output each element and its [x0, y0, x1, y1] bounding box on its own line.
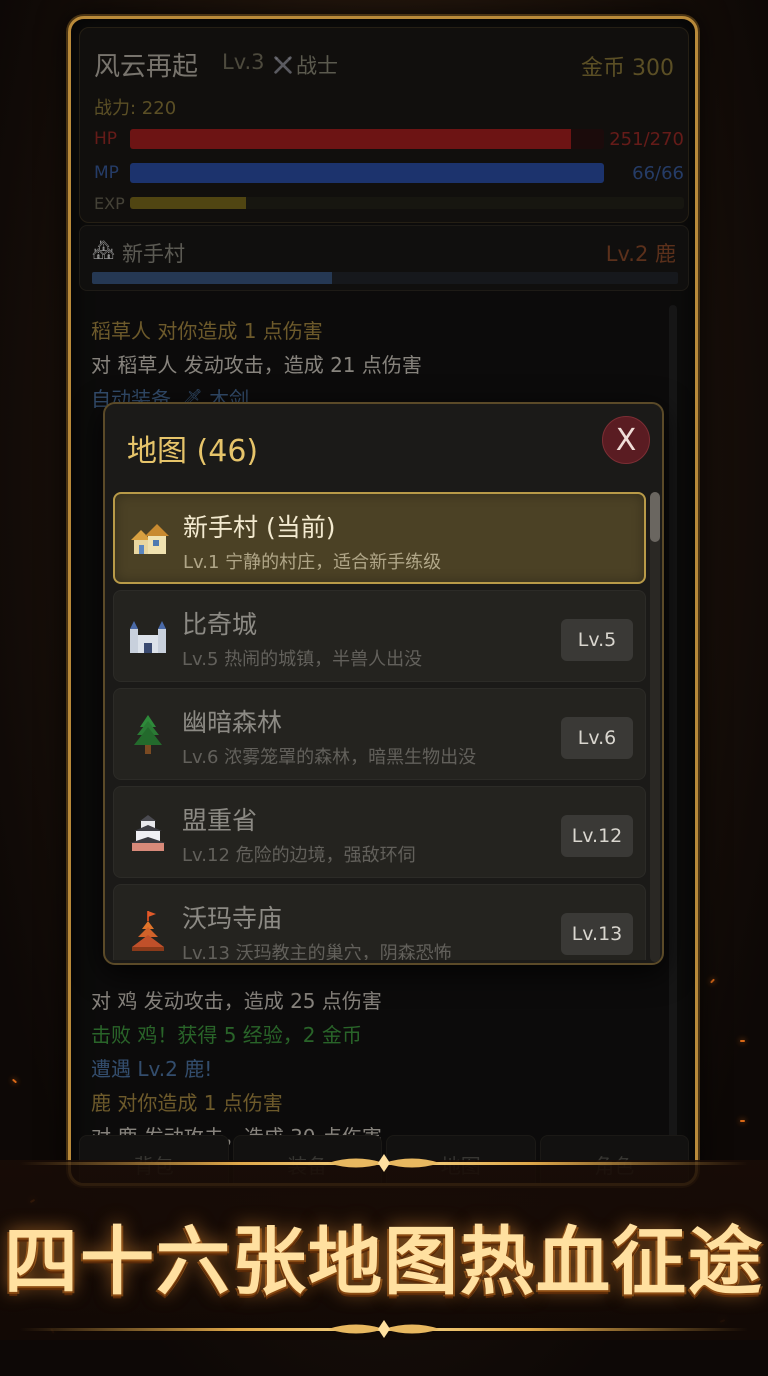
map-item-dark-forest[interactable]: 幽暗森林 Lv.6 浓雾笼罩的森林，暗黑生物出没 Lv.6	[113, 688, 646, 780]
map-selection-modal: 地图 (46) X 新手村 (当前) Lv.1 宁静的村庄，适合新手练级 比奇城…	[103, 402, 664, 965]
banner-slogan: 四十六张地图热血征途	[4, 1219, 764, 1305]
map-item-name: 新手村 (当前)	[183, 513, 336, 542]
map-item-desc: Lv.13 沃玛教主的巢穴，阴森恐怖	[182, 943, 452, 960]
map-item-desc: Lv.1 宁静的村庄，适合新手练级	[183, 552, 442, 573]
map-item-mengzhong[interactable]: 盟重省 Lv.12 危险的边境，强敌环伺 Lv.12	[113, 786, 646, 878]
tree-icon	[134, 715, 162, 754]
promo-banner: 四十六张地图热血征途	[0, 1150, 768, 1376]
map-item-desc: Lv.12 危险的边境，强敌环伺	[182, 845, 416, 866]
level-requirement-badge: Lv.5	[561, 619, 633, 661]
map-item-name: 幽暗森林	[182, 708, 283, 737]
level-requirement-badge: Lv.13	[561, 913, 633, 955]
map-item-name: 比奇城	[182, 610, 258, 639]
map-item-biqi-city[interactable]: 比奇城 Lv.5 热闹的城镇，半兽人出没 Lv.5	[113, 590, 646, 682]
level-requirement-badge: Lv.12	[561, 815, 633, 857]
map-list-scroll-thumb[interactable]	[650, 492, 660, 542]
map-item-desc: Lv.6 浓雾笼罩的森林，暗黑生物出没	[182, 747, 477, 768]
level-requirement-badge: Lv.6	[561, 717, 633, 759]
banner-top-ornament-icon	[328, 1154, 440, 1172]
fortress-icon	[130, 815, 166, 851]
map-list-scrollbar[interactable]	[650, 492, 660, 962]
banner-bottom-ornament-icon	[328, 1320, 440, 1338]
modal-title: 地图 (46)	[127, 434, 259, 469]
map-item-woma-temple[interactable]: 沃玛寺庙 Lv.13 沃玛教主的巢穴，阴森恐怖 Lv.13	[113, 884, 646, 960]
map-item-name: 盟重省	[182, 806, 258, 835]
map-item-desc: Lv.5 热闹的城镇，半兽人出没	[182, 649, 423, 670]
close-button[interactable]: X	[602, 416, 650, 464]
village-icon	[131, 524, 169, 554]
map-list[interactable]: 新手村 (当前) Lv.1 宁静的村庄，适合新手练级 比奇城 Lv.5 热闹的城…	[113, 492, 658, 960]
temple-icon	[132, 911, 164, 951]
map-item-name: 沃玛寺庙	[182, 904, 283, 933]
map-item-novice-village[interactable]: 新手村 (当前) Lv.1 宁静的村庄，适合新手练级	[113, 492, 646, 584]
castle-icon	[130, 621, 166, 653]
